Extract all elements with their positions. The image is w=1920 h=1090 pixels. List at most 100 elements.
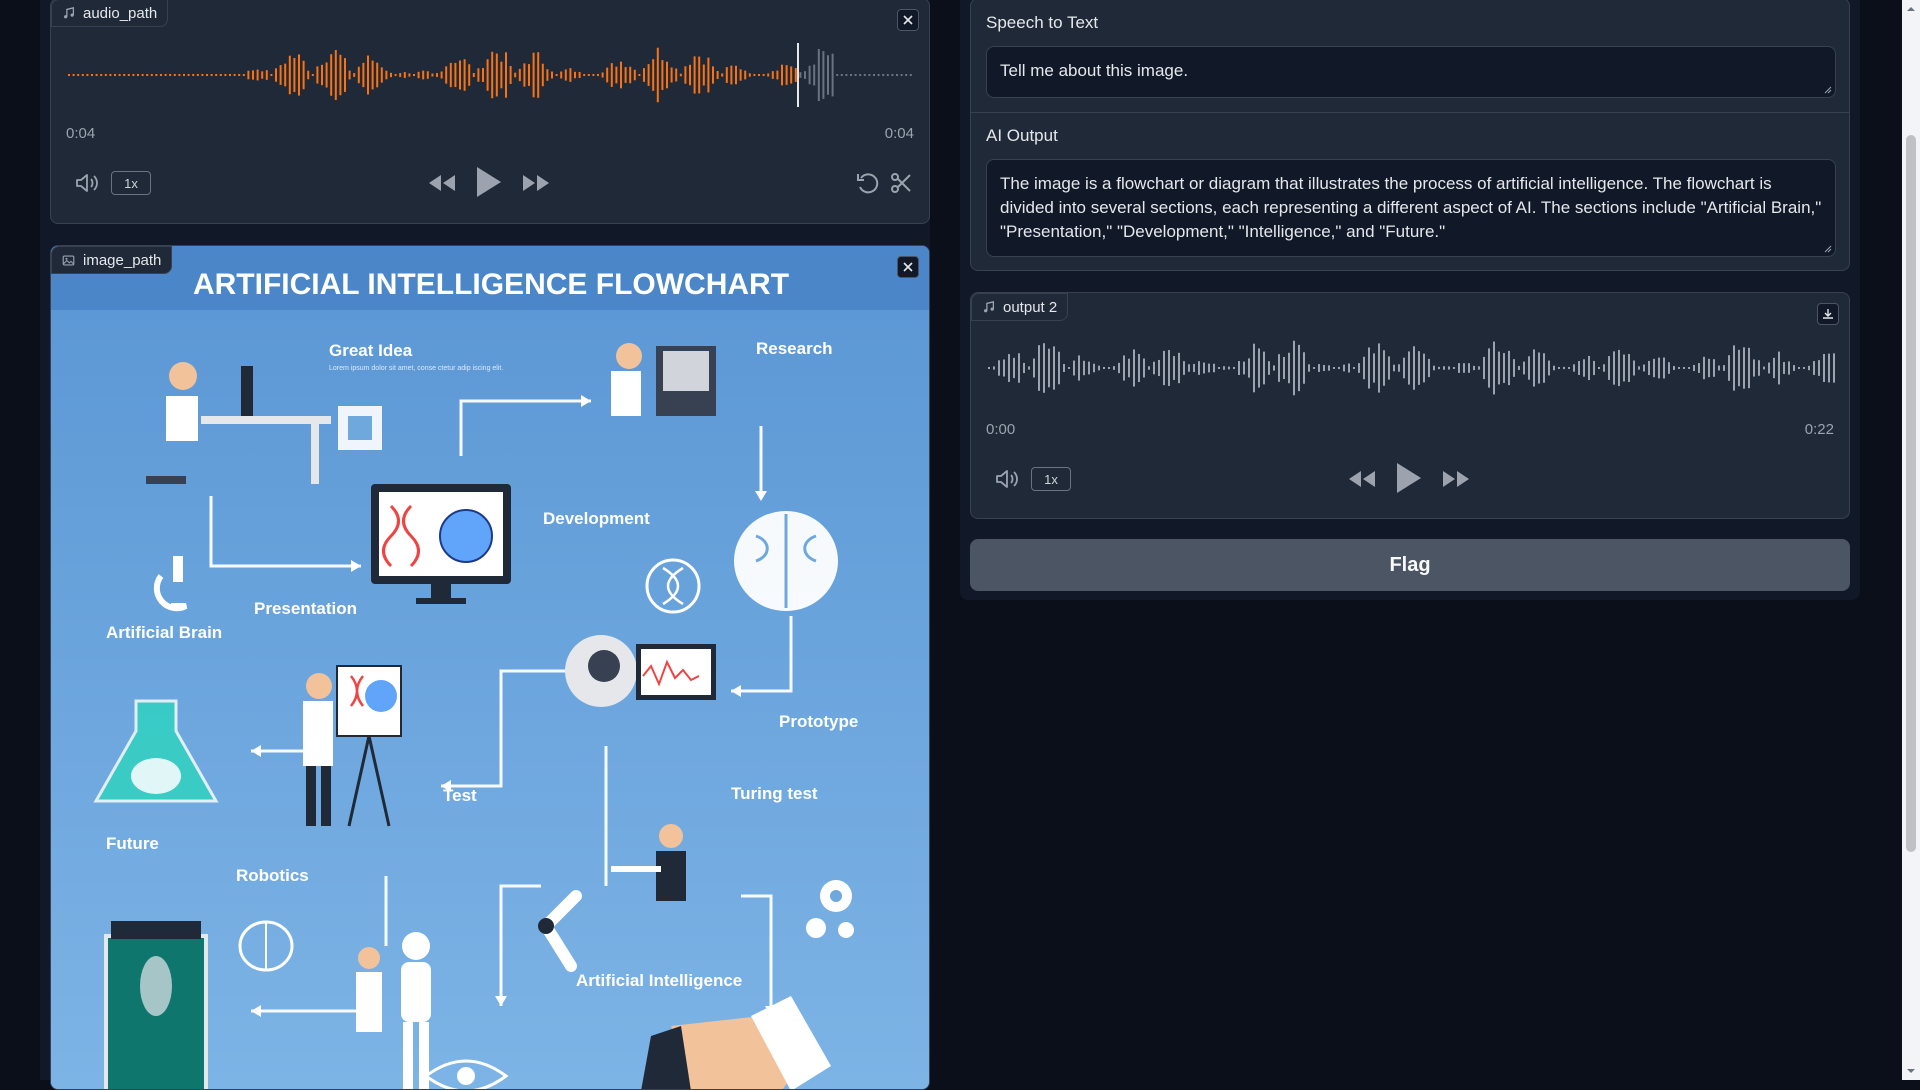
waveform-bar [284, 63, 287, 87]
speech-to-text-field[interactable]: Tell me about this image. [986, 46, 1836, 98]
waveform-bar [1518, 365, 1520, 371]
audio-input-play-button[interactable] [471, 163, 507, 201]
researcher-illustration [611, 343, 716, 416]
play-icon [477, 167, 501, 197]
audio-output-forward-button[interactable] [1441, 467, 1471, 491]
resize-handle-icon[interactable] [1824, 245, 1832, 253]
flag-button[interactable]: Flag [970, 539, 1850, 591]
waveform-bar [348, 70, 351, 80]
waveform-bar [206, 74, 208, 76]
waveform-bar [514, 72, 517, 78]
waveform-bar [150, 74, 153, 76]
waveform-bar [1383, 350, 1385, 386]
waveform-bar [1628, 354, 1630, 382]
waveform-bar [1543, 353, 1545, 383]
audio-input-volume-button[interactable] [73, 171, 101, 195]
audio-clear-button[interactable] [897, 9, 919, 31]
filler-text: Lorem ipsum dolor sit amet, conse ctetur… [329, 365, 503, 372]
waveform-bar [155, 74, 158, 76]
waveform-bar [1688, 367, 1690, 369]
waveform-bar [1823, 353, 1825, 383]
waveform-bar [95, 74, 98, 76]
audio-input-undo-button[interactable] [854, 169, 882, 197]
waveform-bar [408, 73, 411, 77]
waveform-bar [831, 53, 834, 97]
waveform-bar [187, 74, 190, 76]
playhead-cursor[interactable] [797, 43, 799, 107]
waveform-bar [1698, 363, 1700, 373]
waveform-bar [293, 57, 296, 93]
waveform-bar [1718, 365, 1720, 371]
waveform-bar [399, 73, 402, 77]
waveform-bar [1313, 367, 1315, 369]
audio-input-rewind-button[interactable] [427, 171, 457, 195]
waveform-bar [362, 62, 365, 88]
audio-input-forward-button[interactable] [521, 171, 551, 195]
waveform-bar [896, 74, 898, 76]
waveform-bar [721, 73, 724, 77]
waveform-bar [1033, 358, 1035, 378]
waveform-bar [716, 71, 719, 79]
waveform-bar [472, 72, 475, 78]
waveform-bar [1513, 359, 1515, 377]
audio-input-trim-button[interactable] [887, 169, 915, 197]
waveform-bar [1323, 364, 1325, 372]
resize-handle-icon[interactable] [1824, 86, 1832, 94]
scroll-down-icon[interactable] [1902, 1064, 1920, 1078]
waveform-bar [380, 67, 383, 83]
waveform-bar [615, 66, 618, 84]
waveform-bar [210, 74, 213, 76]
waveform-bar [1408, 351, 1410, 385]
waveform-bar [1478, 366, 1480, 370]
waveform-bar [459, 60, 461, 90]
ai-output-field[interactable]: The image is a flowchart or diagram that… [986, 159, 1836, 257]
waveform-bar [836, 74, 839, 76]
audio-output-download-button[interactable] [1817, 303, 1839, 325]
waveform-bar [693, 56, 696, 94]
audio-output-rate-button[interactable]: 1x [1031, 467, 1071, 491]
waveform-bar [1003, 359, 1005, 377]
scroll-up-icon[interactable] [1902, 2, 1920, 16]
waveform-bar [909, 74, 912, 76]
audio-output-play-button[interactable] [1391, 459, 1427, 497]
waveform-bar [486, 59, 489, 91]
waveform-bar [528, 64, 530, 86]
waveform-bar [307, 70, 310, 80]
waveform-bar [183, 74, 185, 76]
waveform-bar [873, 74, 875, 76]
audio-input-waveform[interactable] [66, 39, 916, 111]
waveform-bar [1748, 347, 1750, 389]
waveform-bar [1363, 356, 1365, 380]
waveform-bar [735, 65, 737, 85]
image-clear-button[interactable] [897, 256, 919, 278]
waveform-bar [252, 70, 254, 80]
waveform-bar [1278, 354, 1280, 382]
audio-output-waveform[interactable] [986, 333, 1836, 403]
waveform-bar [1583, 359, 1585, 377]
audio-output-volume-button[interactable] [993, 467, 1021, 491]
waveform-bar [229, 74, 231, 76]
waveform-bar [247, 70, 250, 80]
waveform-bar [1633, 360, 1635, 376]
page-scrollbar[interactable] [1902, 0, 1920, 1080]
waveform-bar [698, 56, 701, 94]
waveform-bar [546, 69, 549, 81]
waveform-bar [1203, 362, 1205, 374]
audio-output-rewind-button[interactable] [1347, 467, 1377, 491]
waveform-bar [1813, 361, 1815, 375]
waveform-bar [201, 74, 204, 76]
audio-output-label: output 2 [971, 293, 1069, 321]
waveform-bar [178, 74, 181, 76]
waveform-bar [1103, 367, 1105, 369]
audio-input-rate-button[interactable]: 1x [111, 171, 151, 195]
waveform-bar [1213, 363, 1215, 373]
waveform-bar [799, 72, 802, 78]
waveform-bar [1638, 366, 1640, 370]
section-artificial-brain: Artificial Brain [106, 623, 222, 642]
waveform-bar [403, 72, 406, 78]
waveform-bar [1508, 350, 1510, 386]
waveform-bar [436, 73, 438, 77]
scrollbar-thumb[interactable] [1906, 135, 1916, 852]
waveform-bar [1598, 366, 1600, 370]
audio-input-duration: 0:04 [884, 125, 914, 142]
